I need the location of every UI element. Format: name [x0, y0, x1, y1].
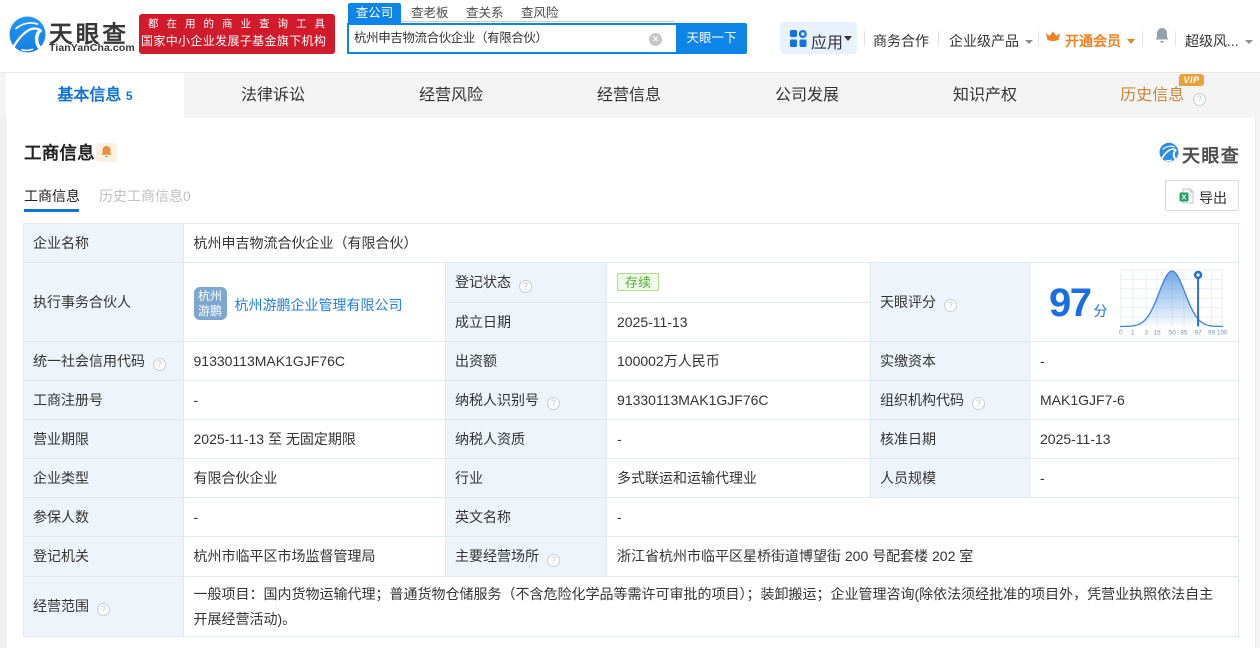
svg-text:0: 0: [1119, 330, 1123, 337]
svg-text:1: 1: [1131, 330, 1135, 337]
svg-text:50: 50: [1169, 330, 1177, 337]
svg-text:85: 85: [1180, 330, 1188, 337]
svg-text:3: 3: [1144, 330, 1148, 337]
svg-text:100: 100: [1217, 330, 1228, 337]
svg-text:99: 99: [1208, 330, 1216, 337]
svg-text:X: X: [1181, 193, 1186, 202]
svg-text:97: 97: [1195, 330, 1203, 337]
svg-text:15: 15: [1154, 330, 1162, 337]
